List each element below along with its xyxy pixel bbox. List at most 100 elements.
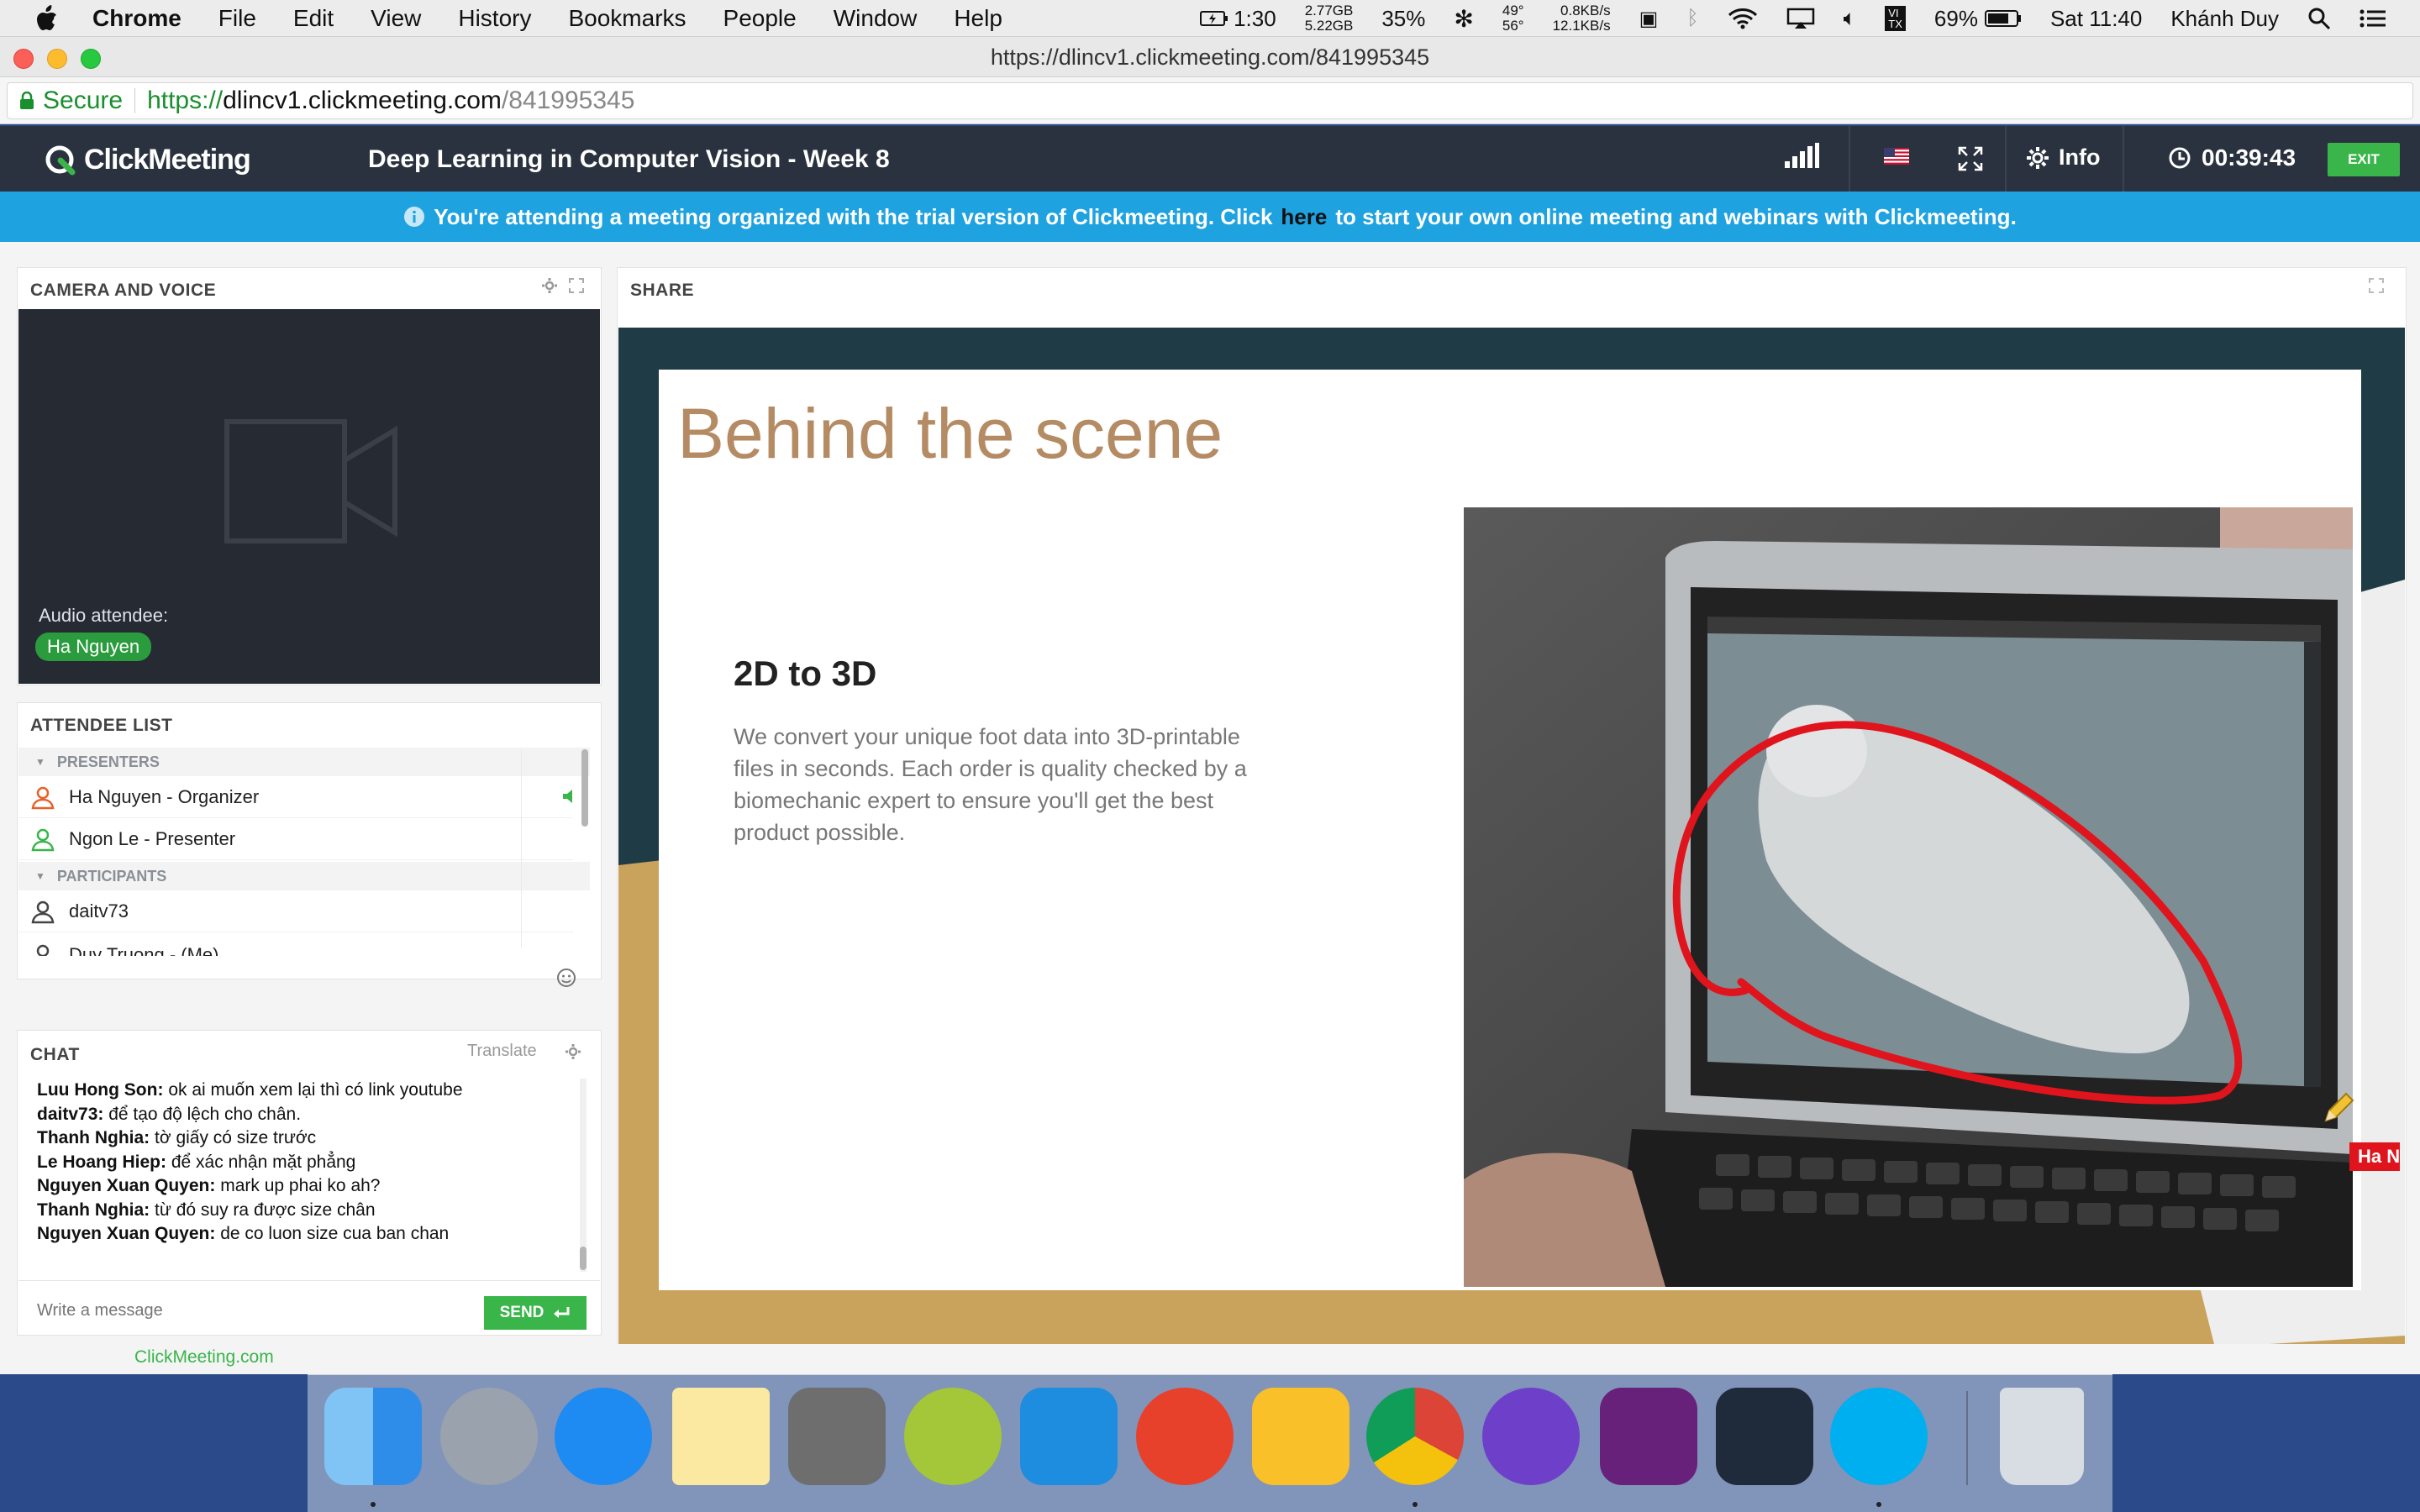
chat-text: ok ai muốn xem lại thì có link youtube: [168, 1080, 463, 1100]
enter-arrow-icon: [554, 1307, 570, 1318]
camera-panel-title: CAMERA AND VOICE: [30, 281, 217, 300]
airplay-icon[interactable]: [1786, 8, 1815, 29]
chat-message: daitv73: để tạo độ lệch cho chân.: [37, 1103, 575, 1127]
url-field[interactable]: Secure https:// dlincv1.clickmeeting.com…: [7, 82, 2413, 119]
battery-status[interactable]: 69%: [1934, 6, 2022, 32]
camera-expand-icon[interactable]: [568, 277, 585, 294]
collapse-arrow-icon: ▼: [35, 870, 45, 882]
chat-message: Le Hoang Hiep: để xác nhận mặt phẳng: [37, 1151, 575, 1175]
menu-view[interactable]: View: [371, 5, 421, 32]
secure-indicator[interactable]: Secure: [19, 87, 123, 115]
meeting-timer: 00:39:43: [2168, 144, 2296, 171]
android-studio-icon[interactable]: [904, 1388, 1002, 1485]
temperature-monitor[interactable]: 49° 56°: [1502, 3, 1524, 34]
notice-here-link[interactable]: here: [1281, 204, 1327, 230]
sketch-icon[interactable]: [1252, 1388, 1349, 1485]
trial-notice-banner: You're attending a meeting organized wit…: [0, 192, 2420, 242]
slide-body-text: We convert your unique foot data into 3D…: [734, 724, 1247, 845]
menu-app-name[interactable]: Chrome: [92, 5, 182, 32]
menu-edit[interactable]: Edit: [293, 5, 334, 32]
clock[interactable]: Sat 11:40: [2050, 6, 2142, 32]
info-button[interactable]: Info: [2025, 144, 2100, 171]
battery-time[interactable]: 1:30: [1200, 6, 1276, 32]
participants-section-header[interactable]: ▼ PARTICIPANTS: [18, 862, 590, 890]
emoji-icon[interactable]: [556, 968, 576, 988]
temp-cpu: 49°: [1502, 3, 1524, 18]
launchpad-icon[interactable]: [440, 1388, 538, 1485]
menu-bookmarks[interactable]: Bookmarks: [568, 5, 686, 32]
chrome-icon[interactable]: [1366, 1388, 1464, 1485]
chat-settings-icon[interactable]: [565, 1043, 581, 1060]
presenter-pointer-label: Ha N: [2349, 1142, 2400, 1171]
network-monitor[interactable]: 0.8KB/s 12.1KB/s: [1553, 3, 1611, 34]
chat-title: CHAT: [30, 1045, 80, 1064]
share-expand-icon[interactable]: [2368, 277, 2385, 294]
organizer-user-icon: [31, 786, 55, 809]
memory-monitor[interactable]: 2.77GB 5.22GB: [1305, 3, 1354, 34]
attendee-row[interactable]: Ha Nguyen - Organizer: [18, 776, 573, 818]
trash-icon[interactable]: [2000, 1388, 2084, 1485]
battery-icon: [1984, 10, 2021, 27]
attendee-row[interactable]: Duy Truong - (Me): [18, 934, 573, 956]
chat-message: Thanh Nghia: từ đó suy ra được size chân: [37, 1199, 575, 1223]
visual-studio-icon[interactable]: [1600, 1388, 1697, 1485]
spotlight-search-icon[interactable]: [2307, 7, 2331, 30]
github-desktop-icon[interactable]: [1482, 1388, 1580, 1485]
clickmeeting-logo[interactable]: ClickMeeting: [44, 143, 251, 176]
fullscreen-icon[interactable]: [1958, 146, 1983, 171]
attendee-row[interactable]: Ngon Le - Presenter: [18, 818, 573, 860]
video-camera-icon: [224, 419, 397, 543]
notice-text-start: You're attending a meeting organized wit…: [434, 203, 1273, 229]
system-preferences-icon[interactable]: [788, 1388, 886, 1485]
footer-clickmeeting-link[interactable]: ClickMeeting.com: [134, 1347, 274, 1368]
battery-percent: 69%: [1933, 5, 1978, 31]
xcode-icon[interactable]: [1020, 1388, 1118, 1485]
volume-icon[interactable]: 🔈︎: [1844, 5, 1857, 32]
display-icon[interactable]: ▣: [1639, 7, 1659, 31]
camera-settings-icon[interactable]: [541, 277, 558, 294]
bluetooth-icon[interactable]: ᛒ: [1686, 7, 1698, 30]
attendee-scrollbar[interactable]: [581, 749, 588, 827]
wifi-icon[interactable]: [1728, 8, 1758, 29]
collapse-arrow-icon: ▼: [35, 756, 45, 768]
attendee-list-title: ATTENDEE LIST: [30, 716, 173, 735]
chat-message-input[interactable]: [37, 1294, 457, 1327]
attendee-row[interactable]: daitv73: [18, 890, 573, 932]
hat-app-icon[interactable]: [1136, 1388, 1234, 1485]
chat-input-divider: [18, 1280, 600, 1281]
input-source-icon[interactable]: VI TX: [1885, 6, 1906, 31]
menu-file[interactable]: File: [218, 5, 256, 32]
chat-scrollbar[interactable]: [580, 1247, 587, 1270]
slide-photo: [1464, 507, 2353, 1287]
language-flag-us-icon[interactable]: [1884, 148, 1909, 165]
attendee-row-clipped[interactable]: Duy Truong - (Me): [18, 934, 573, 956]
notes-icon[interactable]: [672, 1388, 770, 1485]
running-indicator: [1876, 1502, 1881, 1507]
menu-window[interactable]: Window: [834, 5, 918, 32]
send-label: SEND: [499, 1304, 544, 1321]
send-button[interactable]: SEND: [484, 1296, 587, 1330]
user-name[interactable]: Khánh Duy: [2170, 6, 2279, 32]
itunes-icon[interactable]: [555, 1388, 652, 1485]
notification-center-icon[interactable]: [2360, 8, 2386, 29]
attendee-name: daitv73: [69, 900, 129, 921]
presenters-label: PRESENTERS: [56, 753, 160, 770]
fan-icon[interactable]: ✻: [1454, 5, 1473, 33]
menu-help[interactable]: Help: [954, 5, 1002, 32]
attendee-name: Duy Truong - (Me): [69, 944, 219, 956]
exit-button[interactable]: EXIT: [2328, 143, 2400, 176]
vscode-icon[interactable]: [1716, 1388, 1813, 1485]
memory-free: 5.22GB: [1304, 18, 1354, 34]
apple-menu-icon[interactable]: [34, 4, 59, 33]
menu-people[interactable]: People: [723, 5, 797, 32]
camera-view: [18, 309, 600, 684]
menu-history[interactable]: History: [458, 5, 531, 32]
finder-icon[interactable]: [324, 1388, 422, 1485]
connection-signal-icon[interactable]: [1783, 143, 1820, 168]
presenters-section-header[interactable]: ▼ PRESENTERS: [18, 748, 590, 776]
url-host: dlincv1.clickmeeting.com: [223, 87, 502, 114]
translate-button[interactable]: Translate: [467, 1042, 537, 1061]
cpu-percent[interactable]: 35%: [1381, 6, 1425, 32]
skype-icon[interactable]: [1830, 1388, 1928, 1485]
chat-message: Thanh Nghia: tờ giấy có size trước: [37, 1126, 575, 1151]
